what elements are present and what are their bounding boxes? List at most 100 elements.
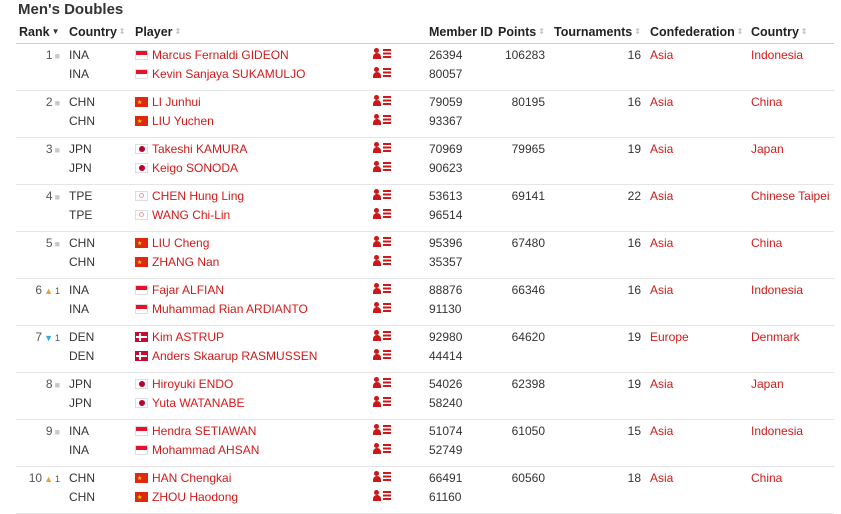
player-profile-icon[interactable] <box>373 95 391 107</box>
flag-icon <box>135 191 148 201</box>
player-profile-icon[interactable] <box>373 48 391 60</box>
country-link[interactable]: Indonesia <box>751 48 803 62</box>
confederation-link[interactable]: Asia <box>650 424 673 438</box>
confederation-link[interactable]: Asia <box>650 95 673 109</box>
rank-number: 3 <box>45 142 53 156</box>
member-id: 90623 <box>429 161 463 175</box>
player-profile-icon[interactable] <box>373 396 391 408</box>
country-link[interactable]: China <box>751 471 782 485</box>
country-link[interactable]: China <box>751 236 782 250</box>
player-profile-icon[interactable] <box>373 67 391 79</box>
flag-icon <box>135 257 148 267</box>
player-profile-icon[interactable] <box>373 471 391 483</box>
rank-down-icon: ▼ <box>44 333 53 343</box>
confederation-link[interactable]: Asia <box>650 377 673 391</box>
flag-icon <box>135 398 148 408</box>
country-code: JPN <box>69 161 92 175</box>
col-header-confederation[interactable]: Confederation ⇕ <box>647 21 748 44</box>
player-link[interactable]: ZHOU Haodong <box>152 490 238 504</box>
player-link[interactable]: WANG Chi-Lin <box>152 208 230 222</box>
player-cell: Marcus Fernaldi GIDEON Kevin Sanjaya SUKA… <box>132 43 370 91</box>
player-profile-icon[interactable] <box>373 377 391 389</box>
player-link[interactable]: CHEN Hung Ling <box>152 189 244 203</box>
confederation-cell: Asia <box>647 43 748 91</box>
player-link[interactable]: Kevin Sanjaya SUKAMULJO <box>152 67 305 81</box>
player-link[interactable]: HAN Chengkai <box>152 471 231 485</box>
country-link[interactable]: Japan <box>751 377 784 391</box>
col-header-rank[interactable]: Rank ▼ <box>16 21 66 44</box>
tournaments-cell: 15 <box>551 419 647 467</box>
rank-number: 4 <box>45 189 53 203</box>
country-link[interactable]: Chinese Taipei <box>751 189 830 203</box>
player-profile-icon[interactable] <box>373 424 391 436</box>
confederation-link[interactable]: Asia <box>650 471 673 485</box>
tournaments-cell: 16 <box>551 278 647 326</box>
points-cell: 67480 <box>495 231 551 279</box>
player-link[interactable]: Anders Skaarup RASMUSSEN <box>152 349 317 363</box>
player-profile-icon[interactable] <box>373 161 391 173</box>
player-profile-icon[interactable] <box>373 189 391 201</box>
country-link[interactable]: Indonesia <box>751 424 803 438</box>
confederation-link[interactable]: Asia <box>650 189 673 203</box>
country-link[interactable]: China <box>751 95 782 109</box>
player-profile-icon[interactable] <box>373 236 391 248</box>
player-cell: LI Junhui LIU Yuchen <box>132 90 370 138</box>
flag-icon <box>135 69 148 79</box>
col-header-tournaments[interactable]: Tournaments ⇕ <box>551 21 647 44</box>
country-code: INA <box>69 424 90 438</box>
rank-number: 10 <box>28 471 43 485</box>
confederation-link[interactable]: Asia <box>650 142 673 156</box>
confederation-link[interactable]: Asia <box>650 48 673 62</box>
player-link[interactable]: Hiroyuki ENDO <box>152 377 233 391</box>
player-link[interactable]: ZHANG Nan <box>152 255 219 269</box>
country-link[interactable]: Denmark <box>751 330 800 344</box>
confederation-link[interactable]: Europe <box>650 330 689 344</box>
rank-number: 2 <box>45 95 53 109</box>
points-cell: 66346 <box>495 278 551 326</box>
table-row: 2■CHNCHNLI JunhuiLIU Yuchen7905993367801… <box>16 90 834 138</box>
player-link[interactable]: Marcus Fernaldi GIDEON <box>152 48 289 62</box>
country-link[interactable]: Japan <box>751 142 784 156</box>
player-profile-icon[interactable] <box>373 330 391 342</box>
player-profile-icon[interactable] <box>373 255 391 267</box>
no-change-icon: ■ <box>54 98 60 108</box>
country-link[interactable]: Indonesia <box>751 283 803 297</box>
tournaments-cell: 19 <box>551 372 647 420</box>
player-profile-icon[interactable] <box>373 349 391 361</box>
player-profile-icon[interactable] <box>373 490 391 502</box>
tournaments-cell: 18 <box>551 466 647 514</box>
player-link[interactable]: Mohammad AHSAN <box>152 443 259 457</box>
player-link[interactable]: LIU Yuchen <box>152 114 214 128</box>
col-header-country-name[interactable]: Country ⇕ <box>748 21 834 44</box>
player-link[interactable]: Kim ASTRUP <box>152 330 224 344</box>
confederation-link[interactable]: Asia <box>650 236 673 250</box>
col-header-points[interactable]: Points ⇕ <box>495 21 551 44</box>
country-name-cell: Chinese Taipei <box>748 184 834 232</box>
player-link[interactable]: Fajar ALFIAN <box>152 283 224 297</box>
player-link[interactable]: Muhammad Rian ARDIANTO <box>152 302 308 316</box>
player-profile-icon[interactable] <box>373 142 391 154</box>
sort-arrows-icon: ⇕ <box>118 27 126 36</box>
player-link[interactable]: Yuta WATANABE <box>152 396 244 410</box>
player-link[interactable]: Takeshi KAMURA <box>152 142 247 156</box>
no-change-icon: ■ <box>54 380 60 390</box>
rank-change: 1 <box>54 333 60 343</box>
member-id: 79059 <box>429 95 463 109</box>
player-profile-icon[interactable] <box>373 208 391 220</box>
col-header-country[interactable]: Country ⇕ <box>66 21 132 44</box>
player-link[interactable]: Hendra SETIAWAN <box>152 424 256 438</box>
player-link[interactable]: LIU Cheng <box>152 236 209 250</box>
flag-icon <box>135 285 148 295</box>
rank-number: 8 <box>45 377 53 391</box>
player-link[interactable]: Keigo SONODA <box>152 161 238 175</box>
player-profile-icon[interactable] <box>373 302 391 314</box>
player-profile-icon[interactable] <box>373 114 391 126</box>
player-link[interactable]: LI Junhui <box>152 95 201 109</box>
country-code: CHN <box>69 236 95 250</box>
tournaments-cell: 19 <box>551 325 647 373</box>
sort-arrows-icon: ⇕ <box>538 27 545 36</box>
col-header-player[interactable]: Player ⇕ <box>132 21 370 44</box>
confederation-link[interactable]: Asia <box>650 283 673 297</box>
player-profile-icon[interactable] <box>373 283 391 295</box>
player-profile-icon[interactable] <box>373 443 391 455</box>
